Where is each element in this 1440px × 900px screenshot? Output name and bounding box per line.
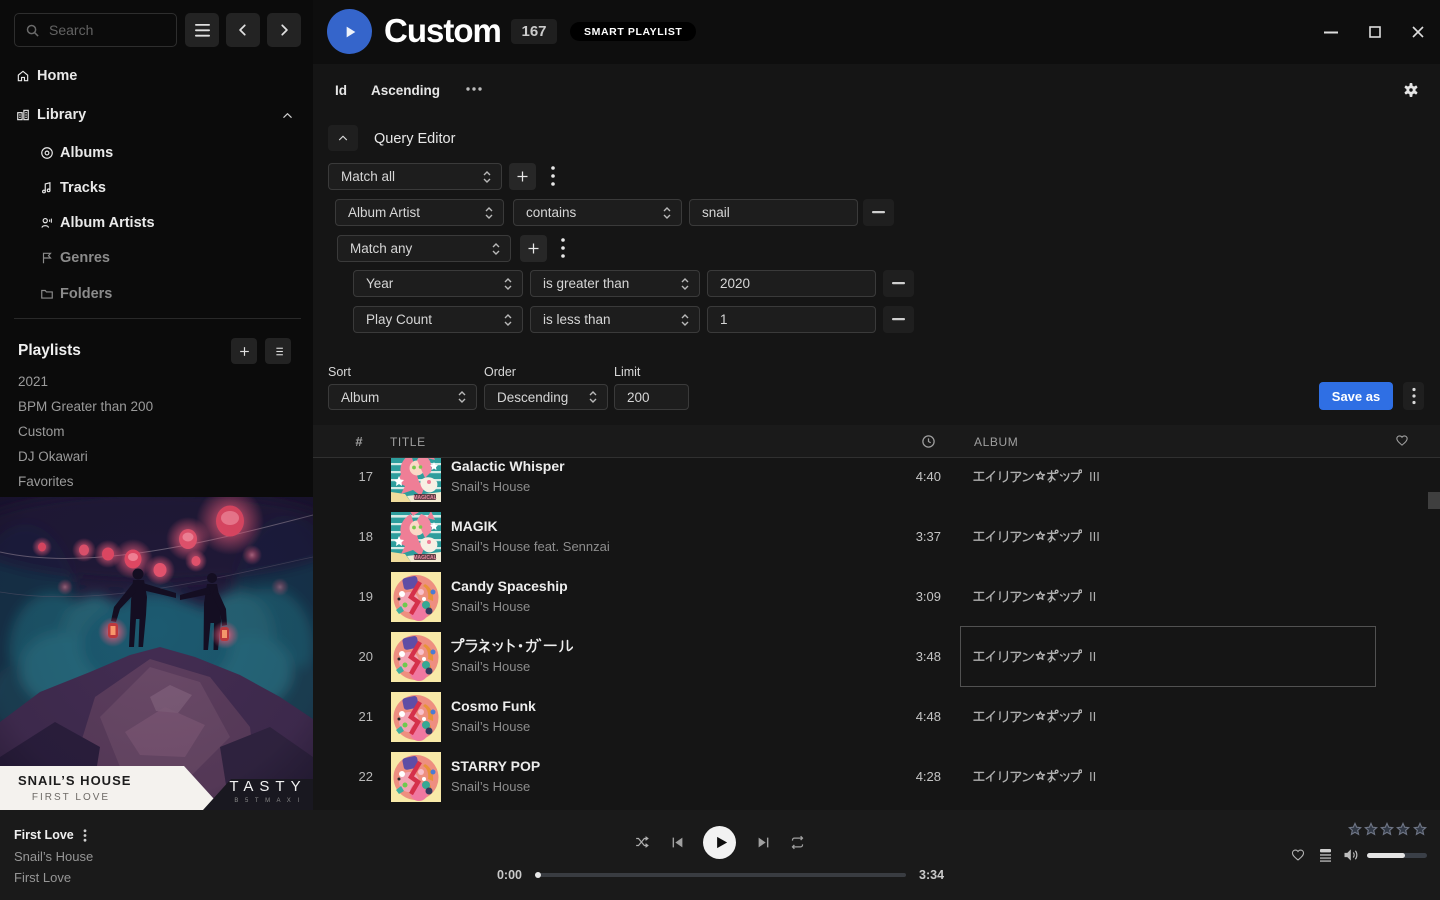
svg-text:FIRST LOVE: FIRST LOVE — [32, 792, 110, 803]
svg-text:TASTY: TASTY — [229, 778, 306, 795]
svg-text:MAGICAL: MAGICAL — [413, 555, 436, 561]
svg-text:SNAIL’S HOUSE: SNAIL’S HOUSE — [18, 773, 131, 788]
svg-text:B 5 T M A X I: B 5 T M A X I — [234, 798, 301, 804]
svg-text:MAGICAL: MAGICAL — [413, 495, 436, 501]
